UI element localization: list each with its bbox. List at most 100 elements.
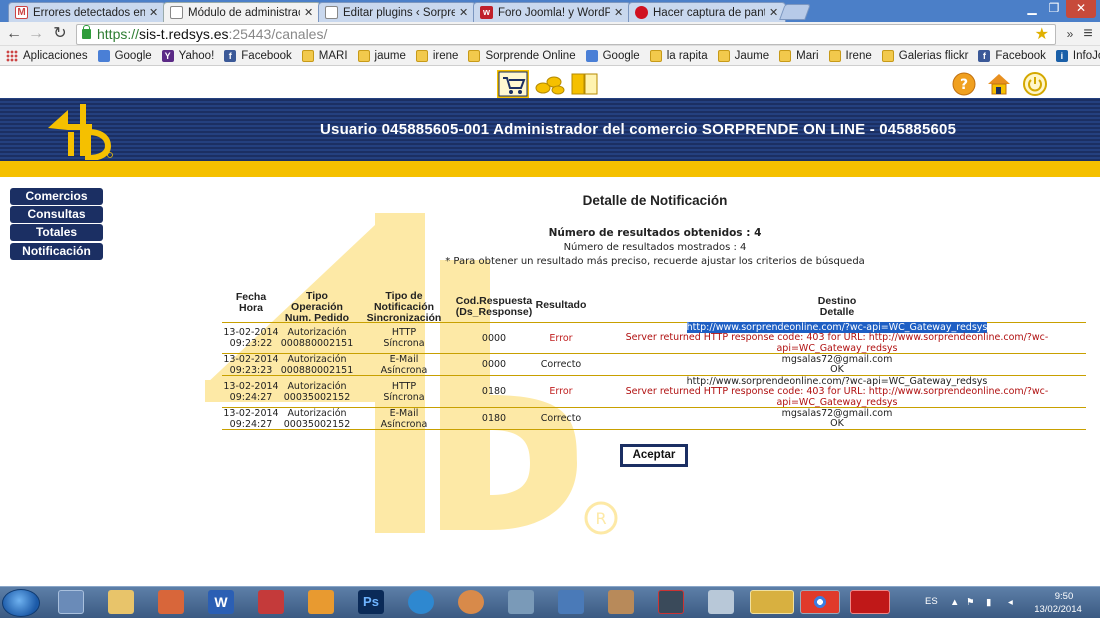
folder-icon xyxy=(301,49,314,62)
close-icon[interactable]: ✕ xyxy=(769,6,779,19)
network-icon[interactable] xyxy=(558,590,584,614)
bookmark-folder-jaume[interactable]: jaume xyxy=(357,49,406,62)
cell-notification: E-Mail Asíncrona xyxy=(380,354,428,376)
access-icon[interactable] xyxy=(258,590,284,614)
photoshop-icon[interactable]: Ps xyxy=(358,590,384,614)
language-indicator[interactable]: ES xyxy=(925,596,938,607)
address-bar[interactable]: https://sis-t.redsys.es:25443/canales/ ★ xyxy=(76,24,1056,45)
url-scheme: https:// xyxy=(97,26,140,42)
browser-tab-gmail[interactable]: M Errores detectados en la n ✕ xyxy=(8,2,166,22)
bookmark-yahoo[interactable]: Y Yahoo! xyxy=(161,49,214,62)
start-button[interactable] xyxy=(2,589,40,617)
bookmark-aplicaciones[interactable]: Aplicaciones xyxy=(6,49,88,62)
clock-date[interactable]: 13/02/2014 xyxy=(1030,604,1086,615)
cell-date: 13-02-2014 09:23:23 xyxy=(223,354,279,376)
bookmark-facebook[interactable]: f Facebook xyxy=(224,49,292,62)
bookmark-label: irene xyxy=(432,49,459,62)
folder-icon xyxy=(415,49,428,62)
extensions-chevron-icon[interactable]: » xyxy=(1060,24,1080,44)
flag-icon[interactable]: ⚑ xyxy=(966,597,975,608)
browser-tab-admin[interactable]: Módulo de administració ✕ xyxy=(163,2,321,22)
tab-label: Hacer captura de pantalla xyxy=(653,6,765,19)
bookmark-folder-mari[interactable]: MARI xyxy=(301,49,348,62)
show-hidden-icons-icon[interactable]: ▲ xyxy=(950,597,959,608)
sidebar-item-notificacion[interactable]: Notificación xyxy=(10,243,103,260)
book-icon[interactable] xyxy=(569,70,601,98)
close-icon[interactable]: ✕ xyxy=(614,6,624,19)
close-window-icon[interactable]: ✕ xyxy=(1066,0,1096,18)
volume-icon[interactable]: ◂ xyxy=(1008,597,1013,608)
bookmark-folder-irene[interactable]: irene xyxy=(415,49,459,62)
chrome-icon[interactable] xyxy=(800,590,840,614)
signal-icon[interactable]: ▮ xyxy=(986,597,991,608)
help-icon[interactable]: ? xyxy=(950,70,982,98)
shopping-cart-icon[interactable] xyxy=(497,70,529,98)
bookmark-google-2[interactable]: Google xyxy=(585,49,640,62)
browser-tab-screenshot[interactable]: Hacer captura de pantalla ✕ xyxy=(628,2,786,22)
bookmark-infojobs[interactable]: i InfoJobs xyxy=(1055,49,1100,62)
banner-user-info: Usuario 045885605-001 Administrador del … xyxy=(320,121,957,138)
folder-app-icon[interactable] xyxy=(750,590,794,614)
cell-operation: Autorización 00035002152 xyxy=(283,381,351,403)
clock-time[interactable]: 9:50 xyxy=(1044,591,1084,602)
page-title: Detalle de Notificación xyxy=(582,193,728,208)
tab-label: Editar plugins ‹ Sorprende xyxy=(343,6,455,19)
facebook-icon: f xyxy=(978,49,991,62)
header-yellow-bar xyxy=(0,161,1100,177)
screen-capture-icon[interactable] xyxy=(658,590,684,614)
bookmark-folder-irene-2[interactable]: Irene xyxy=(828,49,872,62)
bookmark-folder-jaume-2[interactable]: Jaume xyxy=(717,49,769,62)
printer-icon[interactable] xyxy=(708,590,734,614)
home-icon[interactable] xyxy=(985,70,1017,98)
bookmark-folder-sorprende[interactable]: Sorprende Online xyxy=(468,49,576,62)
minimize-icon[interactable]: ▁ xyxy=(1020,0,1044,18)
cell-operation: Autorización 00035002152 xyxy=(283,408,351,430)
column-header-fecha: Fecha Hora xyxy=(235,291,267,314)
bookmark-label: Google xyxy=(602,49,640,62)
forward-arrow-icon[interactable]: → xyxy=(26,24,46,44)
close-icon[interactable]: ✕ xyxy=(459,6,469,19)
tools-icon[interactable] xyxy=(508,590,534,614)
filmstrip-icon[interactable] xyxy=(458,590,484,614)
power-icon[interactable] xyxy=(1020,70,1052,98)
aceptar-button[interactable]: Aceptar xyxy=(620,444,688,467)
quicktime-icon[interactable] xyxy=(408,590,434,614)
word-icon[interactable]: W xyxy=(208,590,234,614)
cell-result: Error xyxy=(549,333,573,344)
back-arrow-icon[interactable]: ← xyxy=(4,24,24,44)
bookmark-star-icon[interactable]: ★ xyxy=(1035,25,1049,44)
restore-icon[interactable]: ❐ xyxy=(1042,0,1066,18)
bookmarks-bar: Aplicaciones Google Y Yahoo! f Facebook MA… xyxy=(0,46,1100,66)
folder-icon xyxy=(649,49,662,62)
bookmark-folder-mari-2[interactable]: Mari xyxy=(779,49,819,62)
bookmark-folder-flickr[interactable]: Galerias flickr xyxy=(881,49,968,62)
app-icon-row: ? xyxy=(0,67,1100,100)
new-tab-button[interactable] xyxy=(779,4,811,20)
sidebar-item-consultas[interactable]: Consultas xyxy=(10,206,103,223)
archive-icon[interactable] xyxy=(608,590,634,614)
menu-icon[interactable]: ≡ xyxy=(1078,24,1098,44)
coins-icon[interactable] xyxy=(534,70,566,98)
close-icon[interactable]: ✕ xyxy=(304,6,314,19)
powerpoint-icon[interactable] xyxy=(158,590,184,614)
media-player-icon[interactable] xyxy=(308,590,334,614)
close-icon[interactable]: ✕ xyxy=(149,6,159,19)
browser-tab-plugins[interactable]: Editar plugins ‹ Sorprende ✕ xyxy=(318,2,476,22)
folder-icon xyxy=(779,49,792,62)
lock-icon xyxy=(82,25,91,39)
cell-detail: Server returned HTTP response code: 403 … xyxy=(625,332,1049,354)
reload-icon[interactable]: ↻ xyxy=(50,24,70,44)
bookmark-folder-la-rapita[interactable]: la rapita xyxy=(649,49,708,62)
sidebar-item-totales[interactable]: Totales xyxy=(10,224,103,241)
cell-detail: OK xyxy=(830,418,844,429)
sidebar-item-comercios[interactable]: Comercios xyxy=(10,188,103,205)
bookmark-facebook-2[interactable]: f Facebook xyxy=(978,49,1046,62)
file-explorer-icon[interactable] xyxy=(108,590,134,614)
cell-code: 0000 xyxy=(481,333,507,344)
bookmark-google[interactable]: Google xyxy=(97,49,152,62)
cell-operation: Autorización 000880002151 xyxy=(280,354,354,376)
browser-tab-forum[interactable]: w Foro Joomla! y WordPress ✕ xyxy=(473,2,631,22)
folder-icon xyxy=(357,49,370,62)
acrobat-icon[interactable] xyxy=(850,590,890,614)
apps-grid-icon[interactable] xyxy=(58,590,84,614)
